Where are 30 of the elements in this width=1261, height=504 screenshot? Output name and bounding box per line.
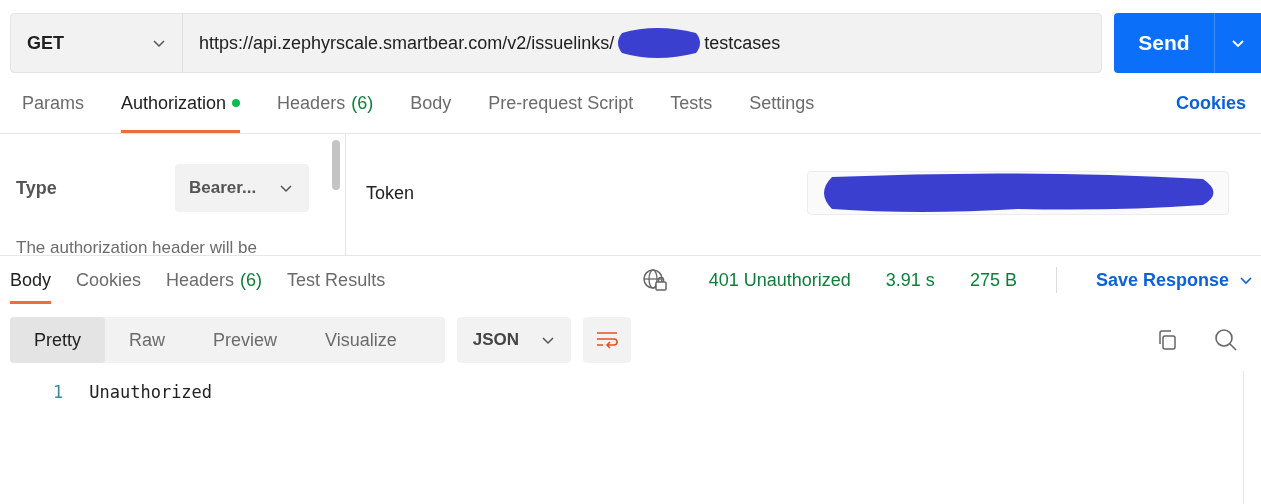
format-dropdown[interactable]: JSON <box>456 317 571 363</box>
status-code: 401 Unauthorized <box>708 269 851 291</box>
auth-note: The authorization header will be <box>16 238 258 258</box>
response-tab[interactable]: Test Results <box>287 256 386 304</box>
view-mode-tab[interactable]: Pretty <box>10 317 105 363</box>
type-label: Type <box>16 177 57 199</box>
type-dropdown[interactable]: Bearer... <box>175 164 309 212</box>
request-tab[interactable]: Settings <box>749 73 815 133</box>
request-tab[interactable]: Params <box>22 73 84 133</box>
response-tab[interactable]: Headers (6) <box>166 256 263 304</box>
line-number: 1 <box>53 382 64 402</box>
send-button[interactable]: Send <box>1114 13 1261 73</box>
response-time: 3.91 s <box>885 269 935 291</box>
request-tab[interactable]: Body <box>410 73 452 133</box>
response-size: 275 B <box>969 269 1017 291</box>
view-mode-tab[interactable]: Preview <box>189 317 302 363</box>
count-label: (6) <box>240 269 263 291</box>
cookies-link[interactable]: Cookies <box>1175 92 1246 114</box>
request-tab[interactable]: Pre-request Script <box>488 73 634 133</box>
count-label: (6) <box>351 92 374 114</box>
response-tab[interactable]: Cookies <box>76 256 142 304</box>
response-tab[interactable]: Body <box>10 256 52 304</box>
request-tab[interactable]: Headers (6) <box>277 73 374 133</box>
token-label: Token <box>366 182 415 204</box>
view-mode-tab[interactable]: Raw <box>105 317 190 363</box>
view-mode-tab[interactable]: Visualize <box>301 317 421 363</box>
code-line: Unauthorized <box>89 382 213 402</box>
request-tab[interactable]: Tests <box>670 73 713 133</box>
save-response-button[interactable]: Save Response <box>1081 269 1261 291</box>
request-tab[interactable]: Authorization <box>121 73 241 133</box>
